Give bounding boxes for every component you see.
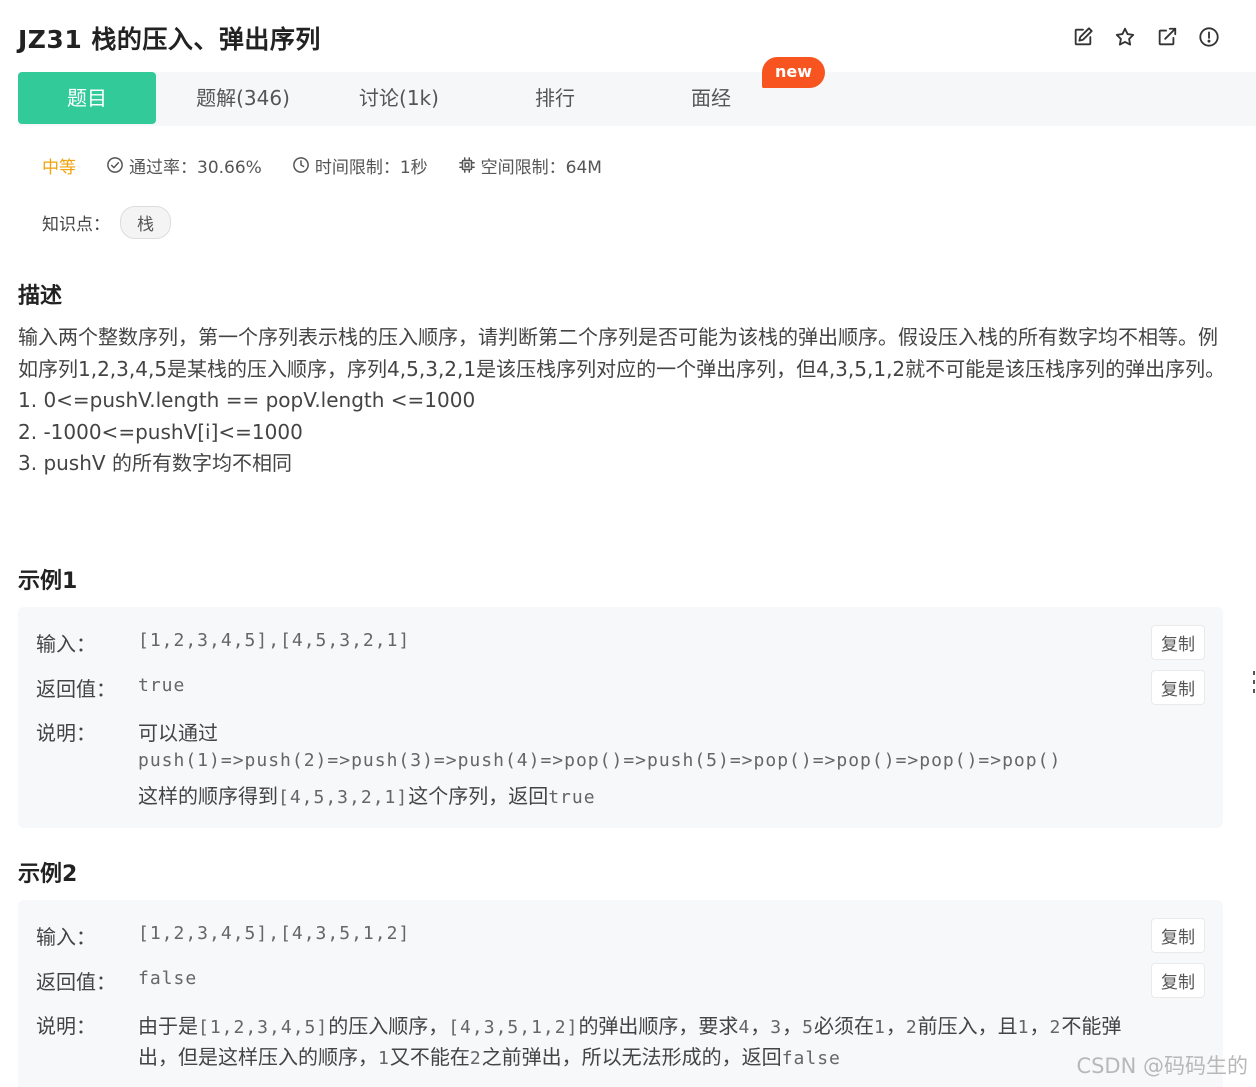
check-circle-icon	[107, 157, 123, 173]
copy-return-button[interactable]: 复制	[1151, 670, 1205, 705]
example2-explain-line1: 由于是[1,2,3,4,5]的压入顺序，[4,3,5,1,2]的弹出顺序，要求4…	[138, 1010, 1121, 1039]
explain-text: 必须在	[813, 1014, 874, 1038]
knowledge-points: 知识点： 栈	[42, 206, 171, 239]
tab-problem[interactable]: 题目	[18, 72, 156, 124]
explain-text: ，	[1029, 1014, 1050, 1038]
explain-code: 5	[802, 1017, 814, 1038]
copy-return-button[interactable]: 复制	[1151, 963, 1205, 998]
tab-solutions[interactable]: 题解(346)	[168, 72, 318, 124]
input-label: 输入：	[36, 925, 96, 949]
explain-text: 之前弹出，所以无法形成的，返回	[481, 1045, 782, 1069]
explain-text: 由于是	[138, 1014, 198, 1038]
example1-explain-sequence: push(1)=>push(2)=>push(3)=>push(4)=>pop(…	[138, 750, 1062, 771]
explain-code: 4	[738, 1017, 751, 1038]
problem-meta: 中等 通过率：30.66% 时间限制：1秒 空间限制：64M	[42, 152, 632, 178]
example2-heading: 示例2	[18, 862, 78, 887]
explain-text: 这个序列，返回	[408, 784, 549, 808]
example1-input-value: [1,2,3,4,5],[4,5,3,2,1]	[138, 630, 411, 651]
constraint-list: 1. 0<=pushV.length == popV.length <=1000…	[18, 385, 1228, 480]
explain-text: 的弹出顺序，要求	[578, 1014, 739, 1038]
constraint-item: 3. pushV 的所有数字均不相同	[18, 451, 292, 475]
explain-text: ，	[885, 1014, 906, 1038]
example2-return-value: false	[138, 968, 198, 989]
star-icon[interactable]	[1114, 26, 1136, 48]
knowledge-tag[interactable]: 栈	[120, 206, 171, 239]
copy-input-button[interactable]: 复制	[1151, 918, 1205, 953]
explain-text: 出，但是这样压入的顺序，	[138, 1045, 378, 1069]
example2-input-value: [1,2,3,4,5],[4,3,5,1,2]	[138, 923, 411, 944]
explain-text: 不能弹	[1061, 1014, 1122, 1038]
constraint-item: 1. 0<=pushV.length == popV.length <=1000	[18, 388, 476, 412]
external-link-icon[interactable]	[1156, 26, 1178, 48]
difficulty-label: 中等	[42, 157, 76, 178]
scroll-handle-icon[interactable]	[1252, 669, 1256, 695]
space-limit-text: 空间限制：64M	[480, 157, 602, 178]
explain-label: 说明：	[36, 721, 96, 745]
explain-text: 这样的顺序得到	[138, 784, 278, 808]
tab-bar: 题目 题解(346) 讨论(1k) 排行 面经 new	[18, 57, 1256, 126]
clock-icon	[292, 157, 309, 173]
new-badge: new	[762, 57, 826, 88]
explain-code: 3	[770, 1017, 783, 1038]
tab-discussion[interactable]: 讨论(1k)	[324, 72, 474, 124]
time-limit: 时间限制：1秒	[292, 153, 428, 178]
explain-code: 2	[1049, 1017, 1062, 1038]
explain-code: [4,3,5,1,2]	[448, 1017, 579, 1038]
description-heading: 描述	[18, 284, 63, 309]
explain-text: 前压入，且	[917, 1014, 1018, 1038]
example1-explain-result: 这样的顺序得到[4,5,3,2,1]这个序列，返回true	[138, 780, 596, 809]
explain-code: false	[781, 1048, 841, 1069]
return-label: 返回值：	[36, 677, 116, 701]
example2-box: 输入： [1,2,3,4,5],[4,3,5,1,2] 复制 返回值： fals…	[18, 900, 1223, 1087]
example1-return-value: true	[138, 675, 186, 696]
chip-icon	[458, 157, 475, 173]
title-bar: JZ31 栈的压入、弹出序列	[0, 0, 1256, 72]
time-limit-text: 时间限制：1秒	[314, 157, 428, 178]
explain-label: 说明：	[36, 1014, 96, 1038]
explain-text: ，	[782, 1014, 803, 1038]
constraint-item: 2. -1000<=pushV[i]<=1000	[18, 419, 303, 444]
return-label: 返回值：	[36, 970, 116, 994]
explain-code: 1	[873, 1017, 886, 1038]
edit-icon[interactable]	[1072, 26, 1094, 48]
explain-code: [1,2,3,4,5]	[198, 1017, 329, 1038]
copy-input-button[interactable]: 复制	[1151, 625, 1205, 660]
explain-code: 2	[469, 1048, 482, 1069]
explain-code: [4,5,3,2,1]	[278, 787, 409, 808]
tab-ranking[interactable]: 排行	[480, 72, 630, 124]
pass-rate: 通过率：30.66%	[106, 153, 262, 178]
explain-code: 2	[905, 1017, 918, 1038]
input-label: 输入：	[36, 632, 96, 656]
description-body: 输入两个整数序列，第一个序列表示栈的压入顺序，请判断第二个序列是否可能为该栈的弹…	[18, 322, 1228, 480]
alert-icon[interactable]	[1198, 26, 1220, 48]
example1-explain-line: 可以通过	[138, 721, 218, 745]
page-title: JZ31 栈的压入、弹出序列	[18, 25, 321, 54]
example2-explain-line2: 出，但是这样压入的顺序，1又不能在2之前弹出，所以无法形成的，返回false	[138, 1041, 841, 1070]
watermark: CSDN @码码生的	[1076, 1054, 1248, 1078]
title-actions	[1072, 26, 1220, 48]
pass-rate-text: 通过率：30.66%	[129, 157, 262, 178]
explain-text: 的压入顺序，	[328, 1014, 449, 1038]
explain-code: 1	[378, 1048, 390, 1069]
explain-text: ，	[750, 1014, 771, 1038]
explain-text: 又不能在	[389, 1045, 470, 1069]
space-limit: 空间限制：64M	[458, 153, 602, 178]
example1-heading: 示例1	[18, 569, 78, 594]
example1-box: 输入： [1,2,3,4,5],[4,5,3,2,1] 复制 返回值： true…	[18, 607, 1223, 828]
knowledge-label: 知识点：	[42, 215, 110, 235]
explain-code: 1	[1017, 1017, 1030, 1038]
description-text: 输入两个整数序列，第一个序列表示栈的压入顺序，请判断第二个序列是否可能为该栈的弹…	[18, 325, 1226, 381]
explain-code: true	[548, 787, 596, 808]
